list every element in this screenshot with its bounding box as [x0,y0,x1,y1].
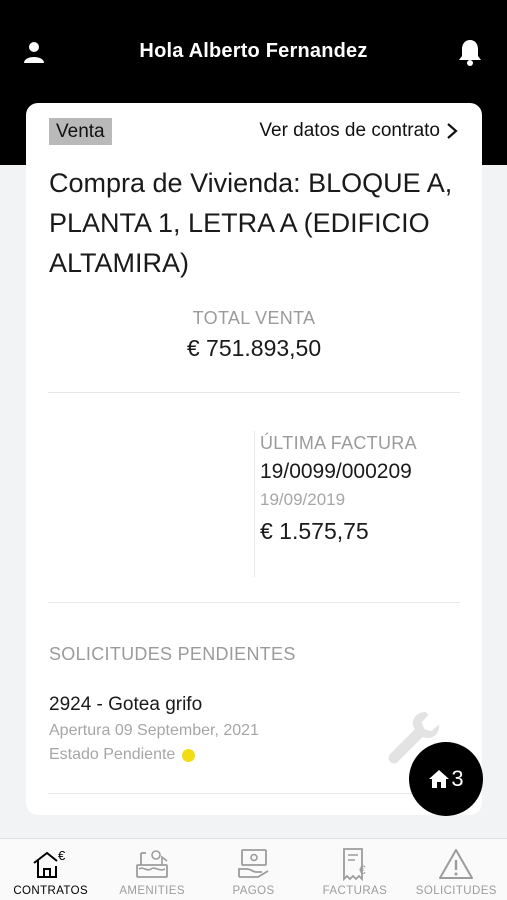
view-contract-label: Ver datos de contrato [259,120,440,141]
contract-title: Compra de Vivienda: BLOQUE A, PLANTA 1, … [49,168,453,278]
chevron-right-icon [447,123,458,139]
properties-count: 3 [451,766,464,791]
last-invoice-label: ÚLTIMA FACTURA [260,433,417,453]
bell-icon[interactable] [457,38,483,66]
pending-requests-title: SOLICITUDES PENDIENTES [49,644,296,664]
divider [48,392,460,393]
contract-type-badge: Venta [49,118,112,145]
tab-facturas[interactable]: € FACTURAS [304,839,405,900]
properties-fab-button[interactable]: 3 [409,742,483,816]
greeting-title: Hola Alberto Fernandez [139,40,368,62]
payments-icon [237,849,268,878]
tab-pagos[interactable]: PAGOS [203,839,304,900]
invoice-icon: € [343,848,366,881]
amenities-icon [136,850,169,878]
total-sale: TOTAL VENTA € 751.893,50 [26,308,482,362]
invoice-amount: € 1.575,75 [260,518,369,544]
status-dot-icon [182,748,196,762]
tab-label: SOLICITUDES [415,885,497,897]
bottom-tab-bar: € CONTRATOS AMENITIES PAGOS € FACTURAS S… [0,838,507,900]
tab-label: PAGOS [232,885,275,897]
tab-label: FACTURAS [322,885,388,897]
tab-amenities[interactable]: AMENITIES [101,839,202,900]
contract-card: Venta Ver datos de contrato Compra de Vi… [26,103,482,815]
total-sale-value: € 751.893,50 [186,335,322,361]
tab-contratos[interactable]: € CONTRATOS [0,839,101,900]
total-sale-label: TOTAL VENTA [192,308,316,328]
invoice-date: 19/09/2019 [260,490,346,509]
tab-label: CONTRATOS [13,885,89,897]
vertical-divider [254,431,255,577]
svg-text:€: € [58,848,66,863]
svg-text:€: € [359,863,366,877]
divider [48,602,460,603]
divider [48,793,460,794]
home-icon [429,770,450,788]
request-status: Estado Pendiente [49,746,259,764]
request-status-label: Estado Pendiente [49,746,176,763]
tab-label: AMENITIES [119,885,185,897]
view-contract-link[interactable]: Ver datos de contrato [259,120,458,142]
warning-icon [439,849,474,879]
invoice-number: 19/0099/000209 [260,460,412,483]
request-open-date: Apertura 09 September, 2021 [49,722,259,739]
tab-solicitudes[interactable]: SOLICITUDES [406,839,507,900]
house-euro-icon: € [33,848,66,878]
request-name: 2924 - Gotea grifo [49,694,203,715]
last-invoice[interactable]: ÚLTIMA FACTURA 19/0099/000209 19/09/2019… [260,433,417,545]
request-item[interactable]: 2924 - Gotea grifo Apertura 09 September… [49,694,259,764]
